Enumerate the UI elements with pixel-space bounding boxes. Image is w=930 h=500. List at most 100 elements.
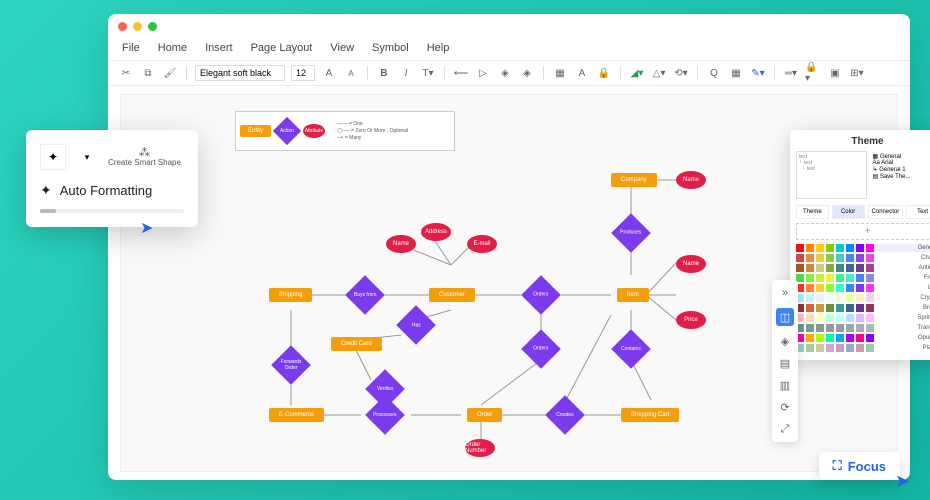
min-dot[interactable] <box>133 22 142 31</box>
swatch[interactable] <box>826 244 834 252</box>
swatch[interactable] <box>856 284 864 292</box>
swatch[interactable] <box>846 314 854 322</box>
font-size[interactable] <box>291 65 315 81</box>
swatch[interactable] <box>836 244 844 252</box>
swatch[interactable] <box>836 304 844 312</box>
swatch[interactable] <box>826 344 834 352</box>
node-company[interactable]: Company <box>611 173 657 187</box>
swatch[interactable] <box>856 254 864 262</box>
swatch[interactable] <box>856 324 864 332</box>
create-smart-shape-button[interactable]: ⁂ Create Smart Shape <box>108 147 181 168</box>
swatch[interactable] <box>866 284 874 292</box>
swatch[interactable] <box>866 274 874 282</box>
swatch[interactable] <box>846 284 854 292</box>
swatch[interactable] <box>836 264 844 272</box>
bring-front-icon[interactable]: ◈ <box>519 65 535 81</box>
swatch[interactable] <box>816 334 824 342</box>
swatch[interactable] <box>836 274 844 282</box>
swatch[interactable] <box>796 254 804 262</box>
align-icon[interactable]: ▦ <box>552 65 568 81</box>
swatch[interactable] <box>866 324 874 332</box>
theme-preview-box[interactable]: text└ text └ text <box>796 151 867 199</box>
menu-home[interactable]: Home <box>158 42 187 54</box>
lock-icon[interactable]: 🔒 <box>596 65 612 81</box>
swatch[interactable] <box>806 274 814 282</box>
palette-row[interactable]: Charm <box>796 254 930 262</box>
node-ecommerce[interactable]: E-Commerce <box>269 408 324 422</box>
palette-row[interactable]: Crystal <box>796 294 930 302</box>
swatch[interactable] <box>806 324 814 332</box>
swatch[interactable] <box>806 284 814 292</box>
swatch[interactable] <box>846 254 854 262</box>
swatch[interactable] <box>806 334 814 342</box>
grid-icon[interactable]: ▦ <box>728 65 744 81</box>
swatch[interactable] <box>846 274 854 282</box>
swatch[interactable] <box>836 294 844 302</box>
swatch[interactable] <box>806 344 814 352</box>
swatch[interactable] <box>806 244 814 252</box>
node-ordernum[interactable]: Order Number <box>465 439 495 457</box>
swatch[interactable] <box>826 294 834 302</box>
swatch[interactable] <box>866 304 874 312</box>
swatch[interactable] <box>866 264 874 272</box>
menu-view[interactable]: View <box>330 42 354 54</box>
swatch[interactable] <box>836 284 844 292</box>
tab-connector[interactable]: Connector <box>868 205 904 219</box>
swatch[interactable] <box>856 314 864 322</box>
text-more-icon[interactable]: T▾ <box>420 65 436 81</box>
palette-row[interactable]: Fresh <box>796 274 930 282</box>
swatch[interactable] <box>846 344 854 352</box>
crop-icon[interactable]: ⟲▾ <box>673 65 689 81</box>
node-email[interactable]: E-mail <box>467 235 497 253</box>
swatch[interactable] <box>836 324 844 332</box>
tab-text[interactable]: Text <box>906 205 930 219</box>
swatch[interactable] <box>816 254 824 262</box>
swatch[interactable] <box>856 244 864 252</box>
swatch[interactable] <box>796 264 804 272</box>
swatch[interactable] <box>806 304 814 312</box>
swatch[interactable] <box>806 314 814 322</box>
swatch[interactable] <box>816 344 824 352</box>
close-dot[interactable] <box>118 22 127 31</box>
swatch[interactable] <box>866 334 874 342</box>
cut-icon[interactable]: ✂ <box>118 65 134 81</box>
palette-row[interactable]: Sprinkle <box>796 314 930 322</box>
swatch[interactable] <box>826 334 834 342</box>
tool-collapse-icon[interactable]: » <box>778 286 792 300</box>
swatch[interactable] <box>856 334 864 342</box>
group-icon[interactable]: ▣ <box>827 65 843 81</box>
palette-row[interactable]: Opulent <box>796 334 930 342</box>
swatch[interactable] <box>816 314 824 322</box>
pointer-icon[interactable]: ▷ <box>475 65 491 81</box>
tool-theme-icon[interactable]: ◫ <box>776 308 794 326</box>
swatch[interactable] <box>856 304 864 312</box>
swatch[interactable] <box>826 314 834 322</box>
line-icon[interactable]: ═▾ <box>783 65 799 81</box>
palette-row[interactable]: General <box>796 244 930 252</box>
palette-row[interactable]: Broad <box>796 304 930 312</box>
max-dot[interactable] <box>148 22 157 31</box>
swatch[interactable] <box>836 344 844 352</box>
swatch[interactable] <box>816 294 824 302</box>
stroke-icon[interactable]: △▾ <box>651 65 667 81</box>
swatch[interactable] <box>856 264 864 272</box>
node-shipping[interactable]: Shipping <box>269 288 312 302</box>
swatch[interactable] <box>866 244 874 252</box>
node-address[interactable]: Address <box>421 223 451 241</box>
menu-file[interactable]: File <box>122 42 140 54</box>
palette-row[interactable]: Placid <box>796 344 930 352</box>
swatch[interactable] <box>856 274 864 282</box>
font-grow-icon[interactable]: A <box>321 65 337 81</box>
swatch[interactable] <box>826 254 834 262</box>
swatch[interactable] <box>846 334 854 342</box>
swatch[interactable] <box>866 344 874 352</box>
node-customer[interactable]: Customer <box>429 288 475 302</box>
menu-help[interactable]: Help <box>427 42 450 54</box>
copy-icon[interactable]: ⧉ <box>140 65 156 81</box>
node-name3[interactable]: Name <box>676 255 706 273</box>
node-creditcard[interactable]: Credit Card <box>331 337 382 351</box>
send-back-icon[interactable]: ◈ <box>497 65 513 81</box>
swatch[interactable] <box>846 304 854 312</box>
swatch[interactable] <box>846 294 854 302</box>
swatch[interactable] <box>816 324 824 332</box>
